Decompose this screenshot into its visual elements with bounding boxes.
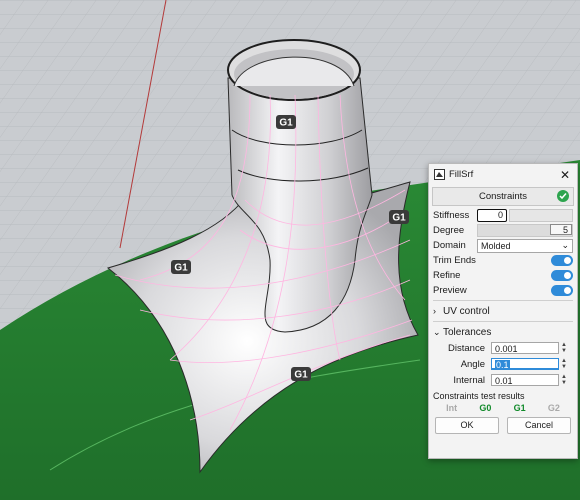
continuity-badge: G1 — [291, 367, 311, 381]
trim-ends-row: Trim Ends — [429, 253, 577, 268]
chevron-down-icon: ⌄ — [561, 240, 569, 250]
chevron-down-icon: ⌄ — [433, 326, 441, 337]
trim-ends-toggle[interactable] — [551, 255, 573, 266]
check-icon — [557, 190, 569, 202]
result-g2: G2 — [547, 403, 560, 413]
panel-title: FillSrf — [449, 169, 474, 180]
internal-input[interactable]: 0.01 — [491, 374, 559, 386]
domain-value: Molded — [481, 240, 511, 251]
spin-down-icon[interactable]: ▼ — [561, 364, 567, 370]
degree-input[interactable]: 5 — [550, 224, 572, 235]
internal-spinner[interactable]: ▲ ▼ — [561, 374, 567, 386]
internal-row: Internal 0.01 ▲ ▼ — [429, 372, 577, 388]
tolerances-label: Tolerances — [443, 326, 492, 338]
distance-label: Distance — [448, 342, 485, 354]
constraints-header[interactable]: Constraints — [432, 187, 574, 206]
angle-spinner[interactable]: ▲ ▼ — [561, 358, 567, 370]
angle-label: Angle — [460, 358, 485, 370]
divider — [433, 300, 573, 301]
refine-toggle[interactable] — [551, 270, 573, 281]
dialog-buttons: OK Cancel — [429, 415, 577, 436]
degree-label: Degree — [433, 225, 465, 236]
distance-spinner[interactable]: ▲ ▼ — [561, 342, 567, 354]
result-g0: G0 — [479, 403, 492, 413]
cancel-button[interactable]: Cancel — [507, 417, 571, 434]
stiffness-label: Stiffness — [433, 210, 470, 221]
degree-row: Degree 5 — [429, 223, 577, 238]
fillsrf-app-icon — [434, 169, 445, 180]
constraints-label: Constraints — [478, 191, 528, 202]
angle-row: Angle 0.1 ▲ ▼ — [429, 356, 577, 372]
ok-button[interactable]: OK — [435, 417, 499, 434]
stiffness-input[interactable]: 0 — [477, 209, 507, 222]
domain-row: Domain Molded ⌄ — [429, 238, 577, 253]
refine-row: Refine — [429, 268, 577, 283]
continuity-badge: G1 — [171, 260, 191, 274]
panel-titlebar[interactable]: FillSrf ✕ — [429, 164, 577, 185]
refine-label: Refine — [433, 270, 461, 281]
domain-select[interactable]: Molded ⌄ — [477, 238, 573, 253]
angle-input[interactable]: 0.1 — [491, 358, 559, 370]
continuity-label: G1 — [294, 370, 308, 381]
domain-label: Domain — [433, 240, 466, 251]
continuity-label: G1 — [174, 263, 188, 274]
close-icon[interactable]: ✕ — [558, 168, 572, 182]
distance-row: Distance 0.001 ▲ ▼ — [429, 340, 577, 356]
result-g1: G1 — [513, 403, 526, 413]
continuity-badge: G1 — [276, 115, 296, 129]
stiffness-row: Stiffness 0 — [429, 208, 577, 223]
distance-input[interactable]: 0.001 — [491, 342, 559, 354]
continuity-label: G1 — [392, 213, 406, 224]
spin-down-icon[interactable]: ▼ — [561, 348, 567, 354]
result-int: Int — [446, 403, 458, 413]
trim-ends-label: Trim Ends — [433, 255, 476, 266]
preview-row: Preview — [429, 283, 577, 298]
stiffness-slider[interactable] — [509, 209, 573, 222]
constraint-results: Int G0 G1 G2 — [429, 401, 577, 415]
tolerances-expander[interactable]: ⌄ Tolerances — [429, 324, 577, 340]
continuity-label: G1 — [279, 118, 293, 129]
internal-label: Internal — [453, 374, 485, 386]
angle-input-selection: 0.1 — [495, 360, 510, 370]
results-title: Constraints test results — [433, 391, 525, 401]
preview-toggle[interactable] — [551, 285, 573, 296]
chevron-right-icon: › — [433, 306, 436, 316]
fillsrf-panel: FillSrf ✕ Constraints Stiffness 0 Degree… — [428, 163, 578, 459]
uv-control-expander[interactable]: › UV control — [429, 303, 577, 319]
continuity-badge: G1 — [389, 210, 409, 224]
spin-down-icon[interactable]: ▼ — [561, 380, 567, 386]
uv-control-label: UV control — [443, 305, 490, 317]
degree-slider[interactable]: 5 — [477, 224, 573, 237]
preview-label: Preview — [433, 285, 467, 296]
divider — [433, 321, 573, 322]
